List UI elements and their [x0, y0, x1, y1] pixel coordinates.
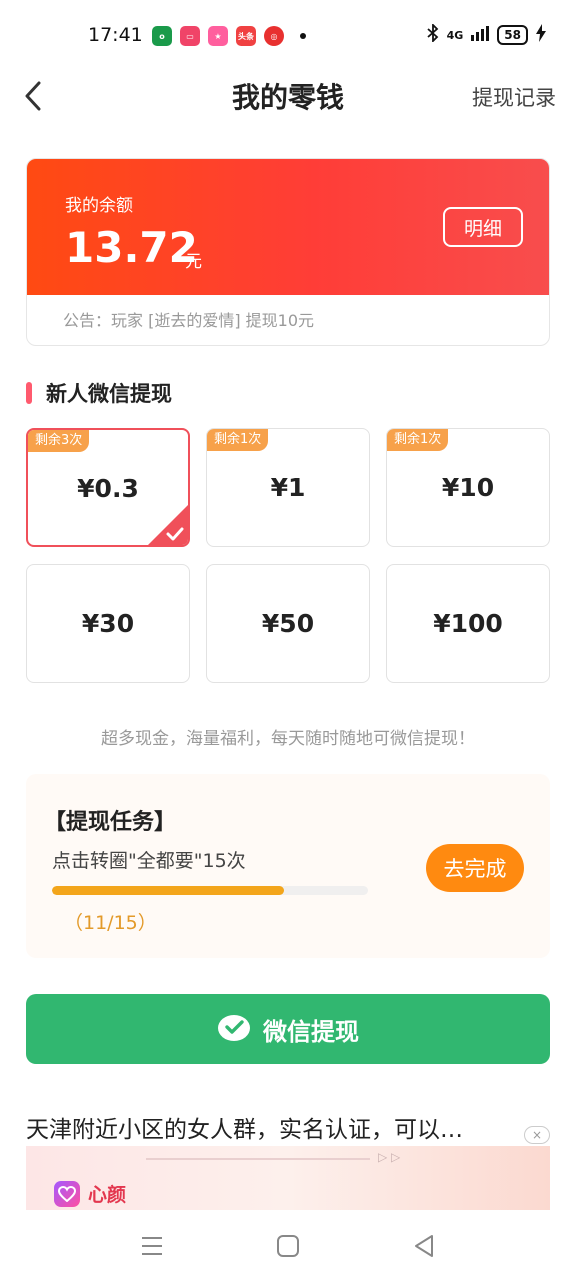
- amount-option-0-3[interactable]: 剩余3次 ¥0.3: [26, 428, 190, 547]
- section-title: 新人微信提现: [46, 382, 172, 406]
- network-type: 4G: [446, 28, 464, 42]
- amount-value: ¥1: [270, 473, 306, 502]
- task-description: 点击转圈"全都要"15次: [52, 850, 246, 872]
- amount-value: ¥0.3: [77, 474, 139, 503]
- remaining-badge: 剩余1次: [207, 429, 269, 451]
- withdraw-history-link[interactable]: 提现记录: [472, 82, 556, 112]
- status-right: 4G 58: [427, 22, 546, 46]
- promo-text: 超多现金，海量福利，每天随时随地可微信提现！: [101, 729, 475, 749]
- amount-option-1[interactable]: 剩余1次 ¥1: [206, 428, 370, 547]
- menu-nav-icon[interactable]: [138, 1232, 166, 1260]
- amount-option-50[interactable]: ¥50: [206, 564, 370, 683]
- remaining-badge: 剩余1次: [387, 429, 449, 451]
- bluetooth-icon: [427, 22, 439, 46]
- task-progress-bar: [52, 886, 368, 895]
- ad-play-icon: ▷ ▷: [378, 1150, 401, 1164]
- amount-option-10[interactable]: 剩余1次 ¥10: [386, 428, 550, 547]
- signal-icon: [471, 25, 490, 45]
- battery-level: 58: [497, 25, 528, 45]
- remaining-badge: 剩余3次: [28, 430, 90, 452]
- ad-title[interactable]: 天津附近小区的女人群，实名认证，可以…: [26, 1110, 526, 1144]
- home-nav-icon[interactable]: [274, 1232, 302, 1260]
- notification-dot-icon: [300, 33, 306, 39]
- status-app-icons: o ▭ ★ 头条 ◎: [152, 26, 306, 46]
- task-title: 【提现任务】: [44, 810, 177, 835]
- charging-icon: [536, 24, 546, 46]
- status-time: 17:41: [88, 24, 143, 46]
- go-complete-button[interactable]: 去完成: [426, 844, 524, 892]
- video-app-icon: ▭: [180, 26, 200, 46]
- section-accent-bar: [26, 382, 32, 404]
- wechat-withdraw-label: 微信提现: [263, 1017, 359, 1046]
- ad-brand: 心颜: [54, 1180, 126, 1207]
- amount-value: ¥30: [81, 609, 135, 638]
- ad-banner[interactable]: ▷ ▷ 心颜: [26, 1146, 550, 1210]
- balance-unit: 元: [185, 252, 202, 272]
- system-nav-bar: [0, 1210, 576, 1280]
- balance-label: 我的余额: [65, 196, 133, 216]
- balance-card: 我的余额 13.72 元 明细 公告：玩家 [逝去的爱情] 提现10元: [26, 158, 550, 346]
- amount-option-30[interactable]: ¥30: [26, 564, 190, 683]
- status-bar: 17:41 o ▭ ★ 头条 ◎ 4G 58: [0, 0, 576, 72]
- task-progress-fill: [52, 886, 284, 895]
- balance-panel: 我的余额 13.72 元 明细: [27, 159, 549, 295]
- check-icon: [148, 505, 188, 545]
- ad-brand-name: 心颜: [88, 1184, 127, 1206]
- back-nav-icon[interactable]: [410, 1232, 438, 1260]
- task-card: 【提现任务】 点击转圈"全都要"15次 （11/15） 去完成: [26, 774, 550, 958]
- balance-amount: 13.72: [65, 223, 198, 272]
- announcement: 公告：玩家 [逝去的爱情] 提现10元: [63, 311, 315, 330]
- amount-value: ¥10: [441, 473, 495, 502]
- wechat-withdraw-button[interactable]: 微信提现: [26, 994, 550, 1064]
- ad-close-button[interactable]: ×: [524, 1126, 550, 1144]
- page-header: 我的零钱 提现记录: [0, 72, 576, 122]
- amount-value: ¥100: [433, 609, 503, 638]
- wechat-pay-icon: [218, 1015, 250, 1041]
- task-progress-text: （11/15）: [64, 912, 157, 934]
- ad-decor-line: [146, 1158, 370, 1160]
- heart-logo-icon: [54, 1180, 80, 1207]
- netease-music-icon: ◎: [264, 26, 284, 46]
- mall-app-icon: ★: [208, 26, 228, 46]
- detail-button[interactable]: 明细: [443, 207, 523, 247]
- toutiao-icon: 头条: [236, 26, 256, 46]
- section-header: 新人微信提现: [26, 378, 172, 408]
- oppo-store-icon: o: [152, 26, 172, 46]
- amount-option-100[interactable]: ¥100: [386, 564, 550, 683]
- amount-value: ¥50: [261, 609, 315, 638]
